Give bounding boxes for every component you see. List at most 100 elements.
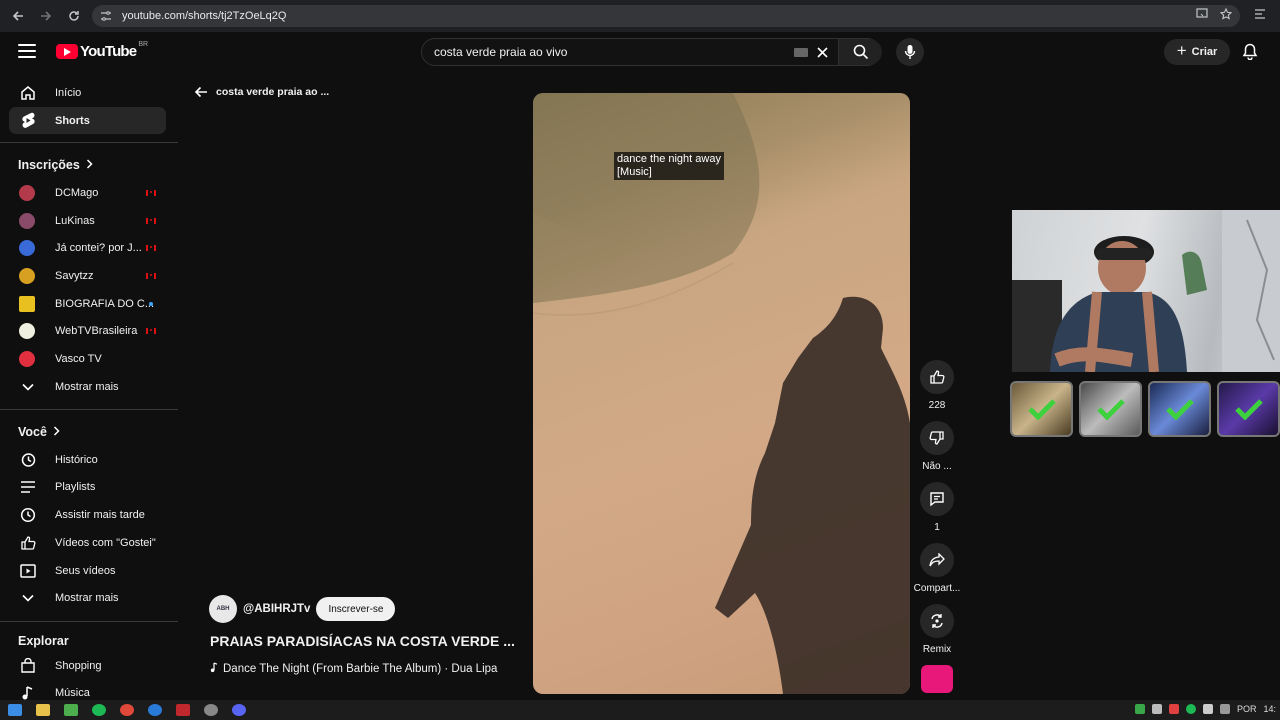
- live-indicator-icon: [146, 328, 156, 334]
- sidebar-item-watch-later[interactable]: Assistir mais tarde: [9, 501, 166, 528]
- chevron-right-icon: [86, 158, 93, 172]
- subscription-item[interactable]: Savytzz: [9, 262, 166, 289]
- subscription-item[interactable]: Já contei? por J...: [9, 234, 166, 261]
- sidebar-item-shorts[interactable]: Shorts: [9, 107, 166, 134]
- channel-info: ABH @ABIHRJTv Inscrever-se: [209, 595, 396, 623]
- channel-avatar: [19, 295, 35, 312]
- tray-icon[interactable]: [1185, 704, 1196, 714]
- channel-avatar: [19, 322, 35, 339]
- music-link[interactable]: Dance The Night (From Barbie The Album) …: [210, 662, 497, 676]
- subscribe-button[interactable]: Inscrever-se: [316, 597, 396, 621]
- short-video-player[interactable]: dance the night away [Music]: [533, 93, 910, 694]
- achievement-thumbnail: [1079, 381, 1142, 437]
- windows-taskbar: POR 14:: [0, 700, 1280, 720]
- sidebar-divider: [0, 621, 178, 622]
- sidebar-item-shopping[interactable]: Shopping: [9, 652, 166, 679]
- channel-avatar: [19, 184, 35, 201]
- comments-button[interactable]: 1: [914, 482, 960, 533]
- app-icon[interactable]: [204, 704, 218, 716]
- achievement-thumbnail: [1217, 381, 1280, 437]
- chevron-down-icon: [19, 589, 37, 607]
- browser-toolbar: youtube.com/shorts/tj2TzOeLq2Q: [0, 0, 1280, 32]
- chrome-icon[interactable]: [120, 704, 134, 716]
- start-menu-icon[interactable]: [8, 704, 22, 716]
- sidebar-item-inicio[interactable]: Início: [9, 79, 166, 106]
- sidebar-item-liked-videos[interactable]: Vídeos com "Gostei": [9, 529, 166, 556]
- search-box: [421, 38, 882, 66]
- subscription-item[interactable]: BIOGRAFIA DO C...: [9, 290, 166, 317]
- like-button[interactable]: 228: [914, 360, 960, 411]
- spotify-icon[interactable]: [92, 704, 106, 716]
- subscriptions-heading[interactable]: Inscrições: [18, 158, 93, 172]
- create-button[interactable]: + Criar: [1164, 39, 1230, 65]
- show-more-you[interactable]: Mostrar mais: [9, 584, 166, 611]
- subscription-item[interactable]: LuKinas: [9, 207, 166, 234]
- search-input[interactable]: [434, 45, 774, 59]
- playlists-icon: [19, 478, 37, 496]
- share-icon: [920, 543, 954, 577]
- input-language[interactable]: POR: [1237, 704, 1257, 714]
- sidebar-item-music[interactable]: Música: [9, 679, 166, 700]
- search-button[interactable]: [838, 39, 882, 65]
- file-explorer-icon[interactable]: [36, 704, 50, 716]
- tray-icon[interactable]: [1134, 704, 1145, 714]
- sound-thumbnail[interactable]: [914, 665, 960, 693]
- achievement-thumbnail: [1148, 381, 1211, 437]
- voice-search-button[interactable]: [896, 38, 924, 66]
- address-bar[interactable]: youtube.com/shorts/tj2TzOeLq2Q: [92, 5, 1240, 27]
- keyboard-icon[interactable]: [794, 48, 808, 57]
- reload-icon[interactable]: [60, 2, 88, 30]
- clear-search-icon[interactable]: [816, 43, 829, 64]
- channel-avatar: [19, 239, 35, 256]
- notifications-bell-icon[interactable]: [1242, 43, 1258, 65]
- back-to-search-link[interactable]: costa verde praia ao ...: [194, 86, 329, 98]
- sidebar-divider: [0, 142, 178, 143]
- live-indicator-icon: [146, 245, 156, 251]
- check-icon: [1096, 399, 1125, 420]
- back-arrow-icon[interactable]: [4, 2, 32, 30]
- subscription-item[interactable]: WebTVBrasileira: [9, 317, 166, 344]
- channel-avatar: [19, 212, 35, 229]
- channel-avatar[interactable]: ABH: [209, 595, 237, 623]
- remix-icon: [920, 604, 954, 638]
- sidebar-item-historico[interactable]: Histórico: [9, 446, 166, 473]
- site-settings-icon[interactable]: [100, 9, 116, 23]
- remix-button[interactable]: Remix: [914, 604, 960, 655]
- discord-icon[interactable]: [232, 704, 246, 716]
- menu-icon[interactable]: [18, 44, 36, 58]
- share-button[interactable]: Compart...: [914, 543, 960, 594]
- youtube-logo[interactable]: YouTube BR: [56, 41, 148, 60]
- chevron-right-icon: [53, 425, 60, 439]
- app-icon[interactable]: [64, 704, 78, 716]
- subscription-item[interactable]: Vasco TV: [9, 345, 166, 372]
- clock[interactable]: 14:: [1263, 704, 1276, 714]
- tray-icon[interactable]: [1168, 704, 1179, 714]
- dislike-button[interactable]: Não ...: [914, 421, 960, 472]
- app-icon[interactable]: [176, 704, 190, 716]
- plus-icon: +: [1176, 41, 1187, 60]
- tray-icon[interactable]: [1151, 704, 1162, 714]
- forward-arrow-icon[interactable]: [32, 2, 60, 30]
- microphone-icon: [904, 45, 916, 59]
- sidebar-item-your-videos[interactable]: Seus vídeos: [9, 557, 166, 584]
- bookmark-star-icon[interactable]: [1219, 7, 1233, 23]
- show-more-subscriptions[interactable]: Mostrar mais: [9, 373, 166, 400]
- sidebar-item-playlists[interactable]: Playlists: [9, 473, 166, 500]
- speaker-icon[interactable]: [1219, 704, 1230, 714]
- live-indicator-icon: [146, 218, 156, 224]
- check-icon: [1234, 399, 1263, 420]
- your-videos-icon: [19, 562, 37, 580]
- channel-name[interactable]: @ABIHRJTv: [243, 603, 310, 615]
- reading-list-icon[interactable]: [1254, 8, 1266, 23]
- subscription-item[interactable]: DCMago: [9, 179, 166, 206]
- url-text: youtube.com/shorts/tj2TzOeLq2Q: [122, 10, 287, 22]
- sidebar: Início Shorts Inscrições DCMago LuKinas …: [0, 72, 178, 700]
- you-heading[interactable]: Você: [18, 425, 60, 439]
- video-title[interactable]: PRAIAS PARADISÍACAS NA COSTA VERDE ...: [210, 633, 515, 649]
- shorts-icon: [19, 112, 37, 130]
- check-icon: [1165, 399, 1194, 420]
- cast-icon[interactable]: [1196, 8, 1208, 23]
- live-indicator-icon: [146, 273, 156, 279]
- app-icon[interactable]: [148, 704, 162, 716]
- tray-icon[interactable]: [1202, 704, 1213, 714]
